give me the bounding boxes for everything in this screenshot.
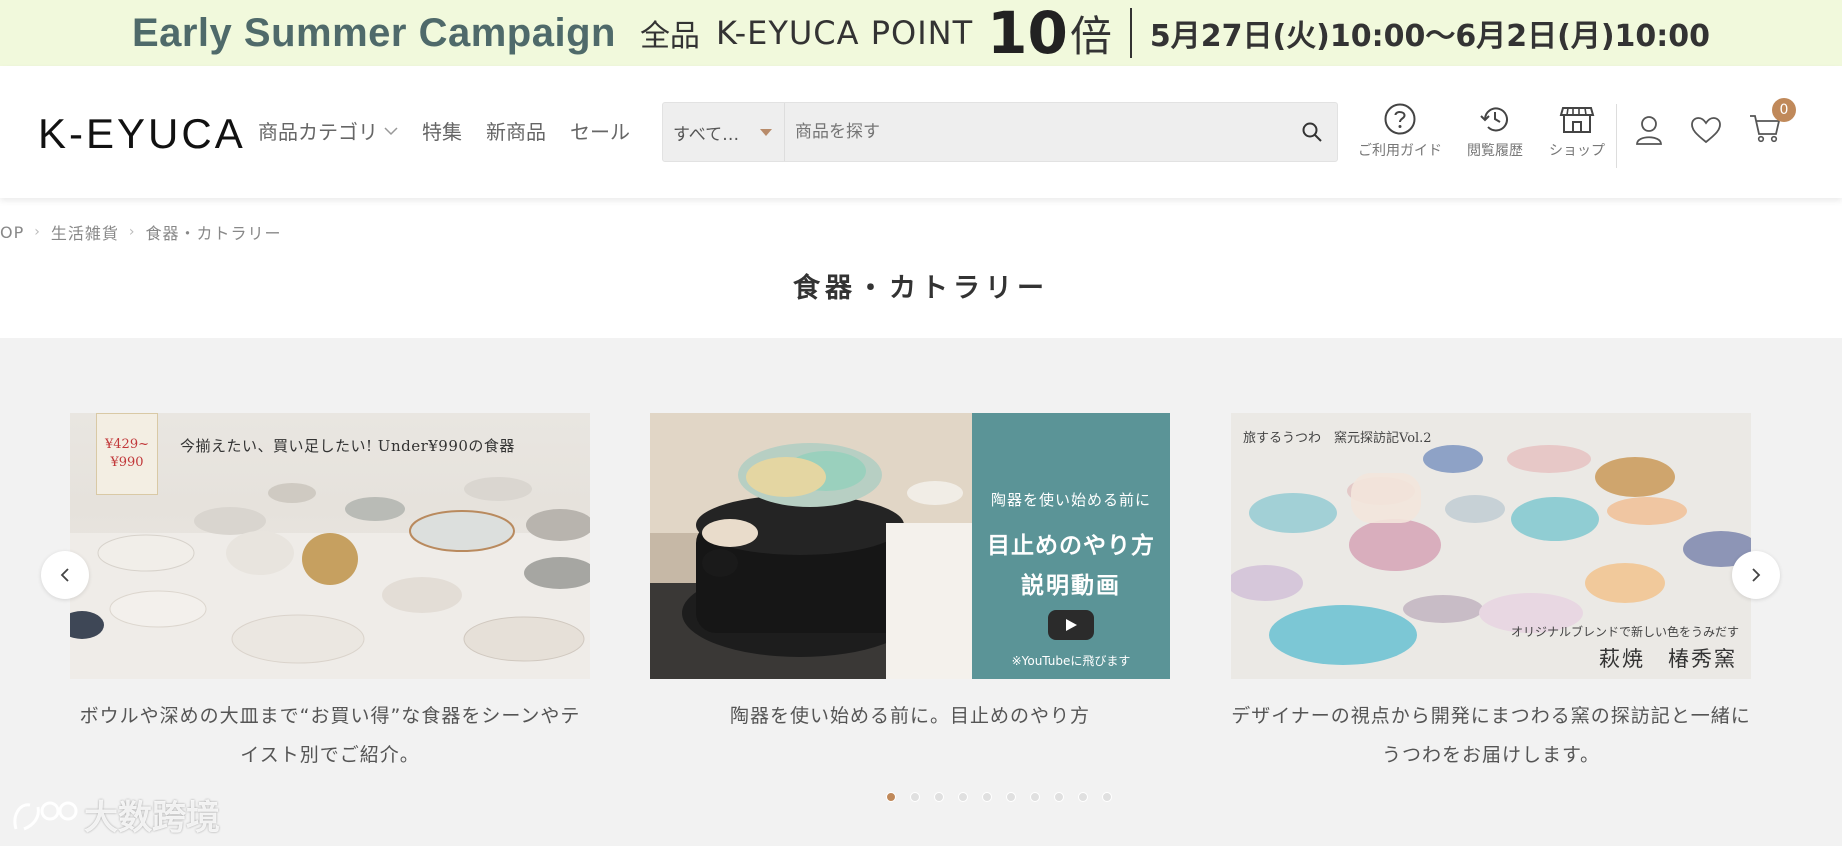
guide-link[interactable]: ご利用ガイド <box>1352 102 1448 160</box>
breadcrumb-separator-icon: › <box>34 224 41 240</box>
search-input[interactable] <box>785 103 1287 161</box>
nav-new[interactable]: 新商品 <box>486 116 546 145</box>
breadcrumb-level1[interactable]: 生活雑貨 <box>51 220 119 244</box>
search-bar: すべて… <box>662 102 1338 162</box>
nav-sale[interactable]: セール <box>570 116 630 145</box>
nav-category[interactable]: 商品カテゴリ <box>258 116 398 145</box>
price-range-label: ¥429~ ¥990 <box>105 437 149 470</box>
carousel-dot[interactable] <box>1078 792 1088 802</box>
banner-divider <box>1129 8 1132 58</box>
question-icon <box>1384 103 1416 135</box>
campaign-title: Early Summer Campaign <box>131 10 616 55</box>
breadcrumb-top[interactable]: OP <box>0 223 24 242</box>
carousel-dot[interactable] <box>934 792 944 802</box>
watermark-text: 大数跨境 <box>84 798 220 838</box>
carousel-dot[interactable] <box>1006 792 1016 802</box>
carousel-dot[interactable] <box>886 792 896 802</box>
search-icon <box>1302 122 1322 142</box>
chevron-left-icon <box>60 568 69 582</box>
heart-icon[interactable] <box>1690 115 1722 145</box>
youtube-play-button[interactable] <box>1048 610 1094 640</box>
panel-title-line2: 説明動画 <box>1021 573 1121 599</box>
breadcrumb-separator-icon: › <box>128 224 136 240</box>
campaign-all-label: 全品 <box>639 19 700 54</box>
history-link[interactable]: 閲覧履歴 <box>1462 102 1528 160</box>
carousel-card[interactable]: ¥429~ ¥990 今揃えたい、買い足したい! Under¥990の食器 ボウ… <box>70 413 590 775</box>
panel-title-line1: 目止めのやり方 <box>987 533 1155 559</box>
card-headline: 今揃えたい、買い足したい! Under¥990の食器 <box>180 437 515 455</box>
panel-note: ※YouTubeに飛びます <box>1011 654 1131 668</box>
search-category-select[interactable]: すべて… <box>663 103 785 161</box>
cart-count-badge: 0 <box>1772 98 1796 122</box>
campaign-multiplier: 10 <box>987 0 1068 67</box>
nav-feature[interactable]: 特集 <box>422 116 462 145</box>
carousel-dot[interactable] <box>958 792 968 802</box>
header-utility-icons: ご利用ガイド 閲覧履歴 ショップ <box>1352 102 1612 160</box>
kiln-name: 萩焼 椿秀窯 <box>1599 647 1737 671</box>
history-label: 閲覧履歴 <box>1467 143 1523 159</box>
price-tag: ¥429~ ¥990 <box>96 413 158 495</box>
card-subline: オリジナルブレンドで新しい色をうみだす <box>1510 625 1739 639</box>
carousel-dot[interactable] <box>1054 792 1064 802</box>
card-image: 旅するうつわ 窯元探訪記Vol.2 オリジナルブレンドで新しい色をうみだす 萩焼… <box>1231 413 1751 679</box>
cart-button[interactable]: 0 <box>1748 98 1796 148</box>
caret-down-icon <box>760 129 772 136</box>
site-header: K-EYUCA 商品カテゴリ 特集 新商品 セール すべて… ご利用ガイド 閲覧… <box>0 66 1842 198</box>
search-button[interactable] <box>1287 103 1337 161</box>
user-icon[interactable] <box>1634 114 1664 146</box>
card-headline: 旅するうつわ 窯元探訪記Vol.2 <box>1243 431 1432 446</box>
carousel-dot[interactable] <box>1030 792 1040 802</box>
video-info-panel: 陶器を使い始める前に 目止めのやり方 説明動画 ※YouTubeに飛びます <box>972 413 1170 679</box>
account-icons: 0 <box>1634 98 1796 148</box>
carousel-card[interactable]: 陶器を使い始める前に 目止めのやり方 説明動画 ※YouTubeに飛びます 陶器… <box>650 413 1170 736</box>
campaign-multiplier-unit: 倍 <box>1069 11 1112 61</box>
watermark-logo-icon <box>13 801 78 830</box>
play-icon <box>1066 619 1077 631</box>
nav-category-label: 商品カテゴリ <box>258 120 378 144</box>
shop-icon <box>1559 107 1595 133</box>
card-caption: 陶器を使い始める前に。目止めのやり方 <box>729 705 1090 727</box>
card-caption: デザイナーの視点から開発にまつわる窯の探訪記と一緒にうつわをお届けします。 <box>1231 705 1751 766</box>
page-title: 食器・カトラリー <box>793 273 1049 304</box>
site-logo[interactable]: K-EYUCA <box>38 110 246 158</box>
chevron-down-icon <box>384 126 398 135</box>
guide-label: ご利用ガイド <box>1358 143 1442 159</box>
pot-illustration <box>650 413 972 679</box>
carousel-pagination <box>886 792 1112 802</box>
chevron-right-icon <box>1752 568 1761 582</box>
campaign-point-label: K-EYUCA POINT <box>715 14 974 52</box>
campaign-dates: 5月27日(火)10:00〜6月2日(月)10:00 <box>1149 19 1711 54</box>
watermark: 大数跨境 <box>10 790 220 839</box>
header-divider <box>1616 104 1617 168</box>
breadcrumb: OP › 生活雑貨 › 食器・カトラリー <box>0 220 282 244</box>
card-image: 陶器を使い始める前に 目止めのやり方 説明動画 ※YouTubeに飛びます <box>650 413 1170 679</box>
card-caption: ボウルや深めの大皿まで“お買い得”な食器をシーンやテイスト別でご紹介。 <box>79 705 581 766</box>
history-icon <box>1480 107 1508 132</box>
shop-link[interactable]: ショップ <box>1542 102 1612 160</box>
search-category-value: すべて… <box>673 124 740 145</box>
breadcrumb-level2: 食器・カトラリー <box>145 224 282 243</box>
shop-label: ショップ <box>1549 143 1605 159</box>
main-nav: 商品カテゴリ 特集 新商品 セール <box>258 116 630 145</box>
card-image: ¥429~ ¥990 今揃えたい、買い足したい! Under¥990の食器 <box>70 413 590 679</box>
carousel-dot[interactable] <box>910 792 920 802</box>
carousel-dot[interactable] <box>1102 792 1112 802</box>
panel-lead: 陶器を使い始める前に <box>990 491 1151 509</box>
carousel-next-button[interactable] <box>1732 551 1780 599</box>
carousel-prev-button[interactable] <box>41 551 89 599</box>
carousel-card[interactable]: 旅するうつわ 窯元探訪記Vol.2 オリジナルブレンドで新しい色をうみだす 萩焼… <box>1231 413 1751 775</box>
carousel-dot[interactable] <box>982 792 992 802</box>
campaign-banner[interactable]: Early Summer Campaign 全品 K-EYUCA POINT 1… <box>0 0 1842 66</box>
